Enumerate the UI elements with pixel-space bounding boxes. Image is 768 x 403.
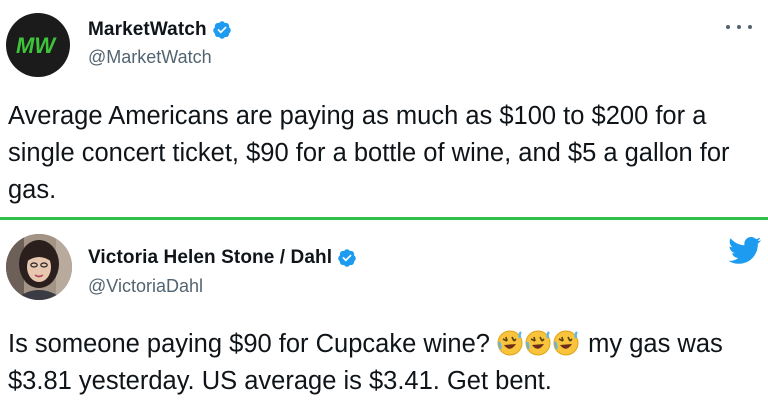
rolling-laughing-emoji-icon (497, 330, 523, 356)
handle[interactable]: @VictoriaDahl (88, 276, 203, 297)
display-name[interactable]: MarketWatch (88, 19, 207, 41)
emoji-group (497, 330, 581, 358)
twitter-bird-icon[interactable] (728, 237, 762, 265)
svg-text:MW: MW (16, 33, 57, 58)
more-options-icon[interactable] (726, 20, 752, 34)
verified-badge-icon (338, 249, 356, 267)
tweet-text-part-1: Is someone paying $90 for Cupcake wine? (8, 330, 498, 358)
handle[interactable]: @MarketWatch (88, 47, 212, 68)
verified-badge-icon (212, 21, 231, 39)
rolling-laughing-emoji-icon (553, 330, 579, 356)
marketwatch-tweet: MW MarketWatch @MarketWatch Average Amer… (0, 0, 768, 218)
divider (0, 217, 768, 220)
marketwatch-avatar[interactable]: MW (6, 13, 70, 77)
rolling-laughing-emoji-icon (525, 330, 551, 356)
display-name[interactable]: Victoria Helen Stone / Dahl (88, 247, 332, 269)
victoria-dahl-tweet: Victoria Helen Stone / Dahl @VictoriaDah… (0, 221, 768, 403)
marketwatch-logo: MW (16, 33, 57, 58)
tweet-text: Average Americans are paying as much as … (8, 102, 730, 204)
victoria-dahl-avatar[interactable] (6, 234, 72, 300)
tweet-text: Is someone paying $90 for Cupcake wine? … (8, 326, 760, 400)
